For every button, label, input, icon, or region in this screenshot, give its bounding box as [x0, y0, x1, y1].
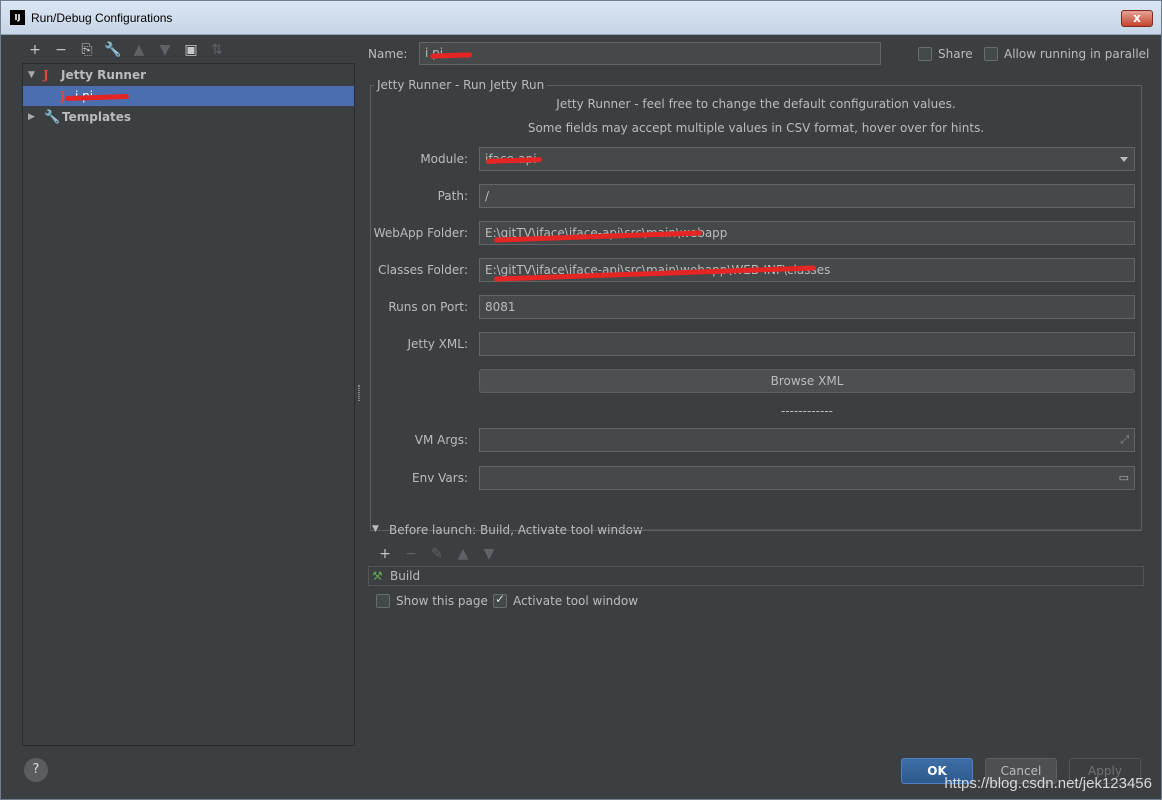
name-label: Name: — [368, 47, 408, 61]
classes-label: Classes Folder: — [378, 263, 468, 277]
port-input[interactable]: 8081 — [479, 295, 1135, 319]
run-debug-dialog: IJ Run/Debug Configurations x + − ⎘ 🔧 ▲ … — [0, 0, 1162, 800]
path-value: / — [485, 189, 490, 203]
expand-icon[interactable]: ⤢ — [1120, 429, 1129, 451]
edit-icon[interactable]: ✎ — [424, 545, 450, 563]
folder-icon[interactable]: ▭ — [1119, 467, 1129, 489]
show-page-label: Show this page — [396, 594, 488, 608]
share-label: Share — [938, 47, 973, 61]
redaction-mark — [64, 93, 130, 102]
port-label: Runs on Port: — [388, 300, 468, 314]
show-page-checkbox[interactable] — [376, 594, 390, 608]
sort-icon[interactable]: ⇅ — [204, 41, 230, 59]
module-select[interactable]: iface-api — [479, 147, 1135, 171]
hammer-icon: ⚒ — [372, 569, 383, 583]
watermark-text: https://blog.csdn.net/jek123456 — [944, 775, 1152, 792]
tree-item-templates[interactable]: ▶ 🔧 Templates — [23, 107, 354, 127]
browse-xml-button[interactable]: Browse XML — [479, 369, 1135, 393]
wrench-icon[interactable]: 🔧 — [100, 41, 126, 59]
jetty-xml-input[interactable] — [479, 332, 1135, 356]
chevron-down-icon[interactable] — [1120, 157, 1128, 162]
before-launch-build-item[interactable]: ⚒ Build — [368, 566, 1144, 586]
parallel-checkbox[interactable] — [984, 47, 998, 61]
tree-item-config[interactable]: J i pi — [23, 86, 354, 106]
classes-input[interactable]: E:\gitTV\iface\iface-api\src\main\webapp… — [479, 258, 1135, 282]
group-description-1: Jetty Runner - feel free to change the d… — [556, 97, 956, 111]
move-up-icon[interactable]: ▲ — [126, 41, 152, 59]
config-tree: ▼ J Jetty Runner J i pi ▶ 🔧 Templates — [22, 63, 355, 746]
group-title: Jetty Runner - Run Jetty Run — [374, 77, 548, 93]
tree-item-label: Templates — [62, 110, 132, 124]
config-toolbar: + − ⎘ 🔧 ▲ ▼ ▣ ⇅ — [22, 41, 230, 59]
collapse-triangle-icon[interactable]: ▶ — [28, 107, 35, 127]
before-launch-divider — [617, 529, 1142, 530]
move-down-icon[interactable]: ▼ — [476, 545, 502, 563]
parallel-label: Allow running in parallel — [1004, 47, 1150, 61]
copy-icon[interactable]: ⎘ — [74, 41, 100, 59]
vm-args-input[interactable]: ⤢ — [479, 428, 1135, 452]
module-label: Module: — [420, 152, 468, 166]
before-launch-toolbar: + − ✎ ▲ ▼ — [372, 545, 502, 563]
remove-icon[interactable]: − — [48, 41, 74, 59]
path-label: Path: — [437, 189, 468, 203]
collapse-triangle-icon[interactable]: ▼ — [372, 524, 379, 534]
move-up-icon[interactable]: ▲ — [450, 545, 476, 563]
path-input[interactable]: / — [479, 184, 1135, 208]
splitter-handle[interactable] — [358, 385, 360, 401]
add-icon[interactable]: + — [372, 545, 398, 563]
tree-item-label: Jetty Runner — [61, 68, 147, 82]
vm-args-label: VM Args: — [414, 433, 468, 447]
help-button[interactable]: ? — [24, 758, 48, 782]
webapp-label: WebApp Folder: — [373, 226, 468, 240]
tree-item-jetty-runner[interactable]: ▼ J Jetty Runner — [23, 65, 354, 85]
activate-tool-checkbox[interactable] — [493, 592, 507, 608]
redaction-mark — [429, 52, 473, 59]
env-vars-label: Env Vars: — [412, 471, 468, 485]
dialog-content: + − ⎘ 🔧 ▲ ▼ ▣ ⇅ ▼ J Jetty Runner J i pi … — [2, 35, 1160, 798]
port-value: 8081 — [485, 300, 516, 314]
jetty-icon: J — [43, 68, 49, 82]
window-title: Run/Debug Configurations — [31, 11, 173, 25]
webapp-input[interactable]: E:\gitTV\iface\iface-api\src\main\webapp — [479, 221, 1135, 245]
jetty-xml-label: Jetty XML: — [407, 337, 468, 351]
close-icon[interactable]: x — [1121, 10, 1153, 27]
wrench-icon: 🔧 — [44, 110, 61, 125]
add-icon[interactable]: + — [22, 41, 48, 59]
title-bar: IJ Run/Debug Configurations x — [1, 1, 1161, 35]
name-input[interactable]: i pi — [419, 42, 881, 65]
expand-triangle-icon[interactable]: ▼ — [28, 65, 35, 85]
move-down-icon[interactable]: ▼ — [152, 41, 178, 59]
activate-tool-label: Activate tool window — [513, 594, 639, 608]
share-checkbox[interactable] — [918, 47, 932, 61]
before-launch-title: Before launch: Build, Activate tool wind… — [389, 523, 643, 537]
separator-dashes: ------------ — [781, 404, 833, 418]
folder-icon[interactable]: ▣ — [178, 41, 204, 59]
remove-icon[interactable]: − — [398, 545, 424, 563]
group-description-2: Some fields may accept multiple values i… — [527, 121, 985, 135]
env-vars-input[interactable]: ▭ — [479, 466, 1135, 490]
intellij-icon: IJ — [10, 10, 25, 25]
build-label: Build — [390, 569, 421, 583]
